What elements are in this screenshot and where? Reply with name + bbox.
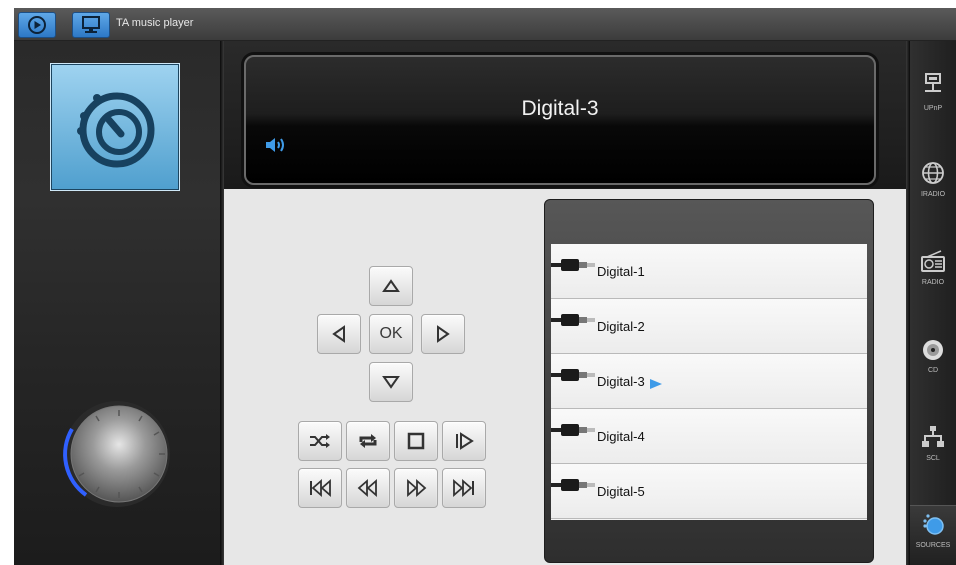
left-arrow-icon xyxy=(332,325,346,343)
list-item[interactable]: Digital-5 xyxy=(551,464,867,519)
list-item[interactable]: Digital-4 xyxy=(551,409,867,464)
app-title: TA music player xyxy=(116,17,194,29)
sidebar-item-upnp[interactable]: UPnP xyxy=(910,59,956,119)
list-item[interactable]: Digital-2 xyxy=(551,299,867,354)
source-list: Digital-1 Digital-2 Digital-3 Digital-4 xyxy=(551,244,867,520)
skip-forward-button[interactable] xyxy=(442,468,486,508)
list-item-label: Digital-1 xyxy=(597,264,645,279)
plug-icon xyxy=(551,313,597,332)
stop-icon xyxy=(407,432,425,450)
shuffle-button[interactable] xyxy=(298,421,342,461)
display-area: Digital-3 xyxy=(224,41,906,189)
play-circle-button[interactable] xyxy=(18,12,56,38)
sidebar-item-label: IRADIO xyxy=(920,191,946,198)
repeat-icon xyxy=(357,432,379,450)
left-button[interactable] xyxy=(317,314,361,354)
plug-icon xyxy=(551,258,597,277)
speaker-icon[interactable] xyxy=(264,135,290,160)
plug-icon xyxy=(551,478,597,497)
sidebar-item-label: RADIO xyxy=(921,279,945,286)
plug-icon xyxy=(551,423,597,442)
skip-back-button[interactable] xyxy=(298,468,342,508)
list-item-label: Digital-5 xyxy=(597,484,645,499)
skip-forward-icon xyxy=(452,479,476,497)
sidebar-item-cd[interactable]: CD xyxy=(910,323,956,383)
source-sidebar: UPnP IRADIO RADIO CD SCL SOURCES xyxy=(910,41,956,565)
right-button[interactable] xyxy=(421,314,465,354)
down-arrow-icon xyxy=(382,375,400,389)
skip-back-icon xyxy=(308,479,332,497)
list-item-label: Digital-3 xyxy=(597,374,645,389)
stop-button[interactable] xyxy=(394,421,438,461)
top-bar: TA music player xyxy=(14,8,956,41)
list-item-label: Digital-2 xyxy=(597,319,645,334)
source-list-panel: Digital-1 Digital-2 Digital-3 Digital-4 xyxy=(544,199,874,563)
now-playing-display: Digital-3 xyxy=(244,55,876,185)
volume-knob[interactable] xyxy=(62,399,172,509)
right-arrow-icon xyxy=(436,325,450,343)
list-item[interactable]: Digital-1 xyxy=(551,244,867,299)
sidebar-item-label: SOURCES xyxy=(915,542,951,549)
sidebar-item-radio[interactable]: RADIO xyxy=(910,235,956,295)
sidebar-item-label: UPnP xyxy=(923,105,943,112)
ok-button[interactable]: OK xyxy=(369,314,413,354)
list-item-label: Digital-4 xyxy=(597,429,645,444)
play-pause-button[interactable] xyxy=(442,421,486,461)
up-button[interactable] xyxy=(369,266,413,306)
app-window: TA music player Digital-3 OK Digital-1 D… xyxy=(14,8,956,565)
sidebar-item-label: SCL xyxy=(926,455,940,462)
monitor-button[interactable] xyxy=(72,12,110,38)
plug-icon xyxy=(551,368,597,387)
sources-icon xyxy=(51,92,179,194)
selected-arrow-icon xyxy=(649,377,663,395)
control-area: OK Digital-1 Digital-2 Digital-3 Digital… xyxy=(224,189,906,565)
now-playing-title: Digital-3 xyxy=(521,97,599,120)
sidebar-item-label: CD xyxy=(927,367,939,374)
sidebar-item-iradio[interactable]: IRADIO xyxy=(910,147,956,207)
left-panel xyxy=(14,41,220,565)
list-item-selected[interactable]: Digital-3 xyxy=(551,354,867,409)
ok-label: OK xyxy=(379,325,403,342)
shuffle-icon xyxy=(309,433,331,449)
fast-forward-button[interactable] xyxy=(394,468,438,508)
play-pause-icon xyxy=(454,432,474,450)
rewind-icon xyxy=(356,479,380,497)
up-arrow-icon xyxy=(382,279,400,293)
sidebar-item-sources[interactable]: SOURCES xyxy=(910,505,956,565)
down-button[interactable] xyxy=(369,362,413,402)
current-source-tile[interactable] xyxy=(50,63,180,191)
sidebar-item-scl[interactable]: SCL xyxy=(910,411,956,471)
rewind-button[interactable] xyxy=(346,468,390,508)
repeat-button[interactable] xyxy=(346,421,390,461)
fast-forward-icon xyxy=(404,479,428,497)
